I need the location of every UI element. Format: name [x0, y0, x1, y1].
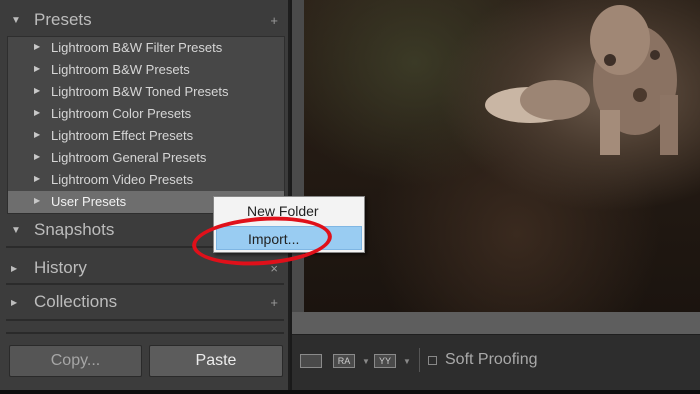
compare-view-icon[interactable]: RA — [333, 354, 355, 368]
preset-folder-label: Lightroom General Presets — [51, 150, 207, 165]
collections-header[interactable]: ▶ Collections + — [0, 287, 288, 317]
triangle-down-icon[interactable]: ▼ — [11, 225, 21, 236]
preset-folder[interactable]: ▶ Lightroom General Presets — [8, 147, 284, 169]
snapshots-title: Snapshots — [34, 220, 115, 239]
presets-title: Presets — [34, 10, 92, 29]
add-preset-icon[interactable]: + — [270, 13, 278, 28]
chevron-down-icon[interactable]: ▼ — [403, 357, 411, 366]
divider — [6, 319, 284, 321]
triangle-right-icon[interactable]: ▶ — [34, 86, 40, 95]
triangle-right-icon[interactable]: ▶ — [34, 174, 40, 183]
dog-photo-subject — [485, 5, 678, 155]
presets-header[interactable]: ▼ Presets + — [0, 5, 288, 35]
chevron-down-icon[interactable]: ▼ — [362, 357, 370, 366]
preset-folder[interactable]: ▶ Lightroom B&W Toned Presets — [8, 81, 284, 103]
triangle-right-icon[interactable]: ▶ — [11, 298, 17, 307]
toolbar-divider — [419, 348, 420, 372]
triangle-right-icon[interactable]: ▶ — [11, 264, 17, 273]
soft-proofing-label: Soft Proofing — [445, 351, 538, 368]
photo-matte — [292, 312, 700, 334]
collections-title: Collections — [34, 292, 118, 311]
triangle-right-icon[interactable]: ▶ — [34, 108, 40, 117]
triangle-right-icon[interactable]: ▶ — [34, 130, 40, 139]
preset-folder-label: Lightroom B&W Presets — [51, 62, 190, 77]
preset-folder-label: Lightroom Color Presets — [51, 106, 192, 121]
preset-folder-label: Lightroom Effect Presets — [51, 128, 194, 143]
history-title: History — [34, 258, 87, 277]
survey-view-icon[interactable]: YY — [374, 354, 396, 368]
divider — [6, 332, 284, 334]
triangle-right-icon[interactable]: ▶ — [34, 152, 40, 161]
preset-folder-label: User Presets — [51, 194, 127, 209]
soft-proofing-checkbox[interactable] — [428, 356, 437, 365]
divider — [6, 283, 284, 285]
triangle-right-icon[interactable]: ▶ — [34, 196, 40, 205]
triangle-down-icon[interactable]: ▼ — [11, 15, 21, 26]
photo-frame-edge — [292, 0, 304, 312]
preset-folder[interactable]: ▶ Lightroom Video Presets — [8, 169, 284, 191]
triangle-right-icon[interactable]: ▶ — [34, 64, 40, 73]
add-collection-icon[interactable]: + — [270, 295, 278, 310]
preset-folder-label: Lightroom B&W Filter Presets — [51, 40, 223, 55]
window-bottom-edge — [0, 390, 700, 394]
loupe-view-icon[interactable] — [300, 354, 322, 368]
preset-folder[interactable]: ▶ Lightroom Color Presets — [8, 103, 284, 125]
preset-folder[interactable]: ▶ Lightroom B&W Filter Presets — [8, 37, 284, 59]
preset-folder[interactable]: ▶ Lightroom Effect Presets — [8, 125, 284, 147]
triangle-right-icon[interactable]: ▶ — [34, 42, 40, 51]
preset-folder[interactable]: ▶ Lightroom B&W Presets — [8, 59, 284, 81]
preset-folder-label: Lightroom Video Presets — [51, 172, 194, 187]
copy-button[interactable]: Copy... — [9, 345, 142, 377]
preset-folder-label: Lightroom B&W Toned Presets — [51, 84, 229, 99]
preset-list: ▶ Lightroom B&W Filter Presets ▶ Lightro… — [7, 36, 285, 214]
paste-button[interactable]: Paste — [149, 345, 283, 377]
